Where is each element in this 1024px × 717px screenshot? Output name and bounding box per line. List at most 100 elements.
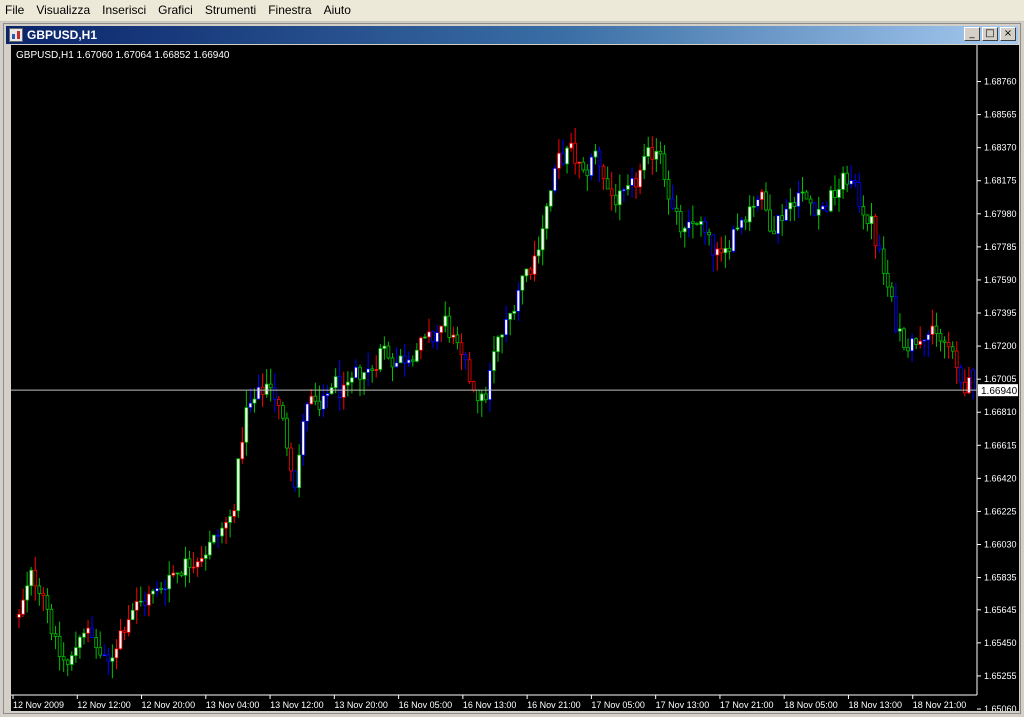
menu-visualizza[interactable]: Visualizza bbox=[30, 0, 96, 21]
time-tick-label: 16 Nov 13:00 bbox=[463, 700, 517, 710]
candle-body bbox=[57, 636, 62, 658]
candle-body bbox=[232, 510, 236, 517]
candle-body bbox=[260, 386, 265, 395]
price-tick-label: 1.67200 bbox=[984, 341, 1017, 351]
candle-body bbox=[593, 150, 598, 158]
candle-body bbox=[504, 319, 508, 336]
candle-body bbox=[735, 227, 740, 230]
chart-icon bbox=[9, 28, 23, 42]
candle-body bbox=[703, 221, 707, 233]
menu-strumenti[interactable]: Strumenti bbox=[199, 0, 262, 21]
minimize-button[interactable]: _ bbox=[964, 27, 980, 41]
candle-body bbox=[642, 156, 646, 171]
candle-body bbox=[613, 194, 618, 206]
candle-body bbox=[553, 167, 557, 192]
candle-body bbox=[784, 208, 789, 221]
candle-body bbox=[869, 215, 874, 225]
menu-aiuto[interactable]: Aiuto bbox=[318, 0, 357, 21]
candle-body bbox=[134, 601, 139, 611]
chart-area[interactable]: 1.68760 1.68565 1.68370 1.68175 1.67980 1.677… bbox=[11, 45, 1019, 711]
time-tick-label: 18 Nov 05:00 bbox=[784, 700, 838, 710]
candle-body bbox=[849, 180, 854, 185]
candle-body bbox=[845, 172, 849, 185]
time-tick-label: 12 Nov 2009 bbox=[13, 700, 64, 710]
candle-body bbox=[516, 289, 521, 312]
candle-body bbox=[199, 557, 204, 563]
menu-finestra[interactable]: Finestra bbox=[262, 0, 317, 21]
candle-body bbox=[902, 328, 906, 348]
candle-body bbox=[747, 206, 752, 223]
price-tick-label: 1.65835 bbox=[984, 573, 1017, 583]
time-tick-label: 18 Nov 21:00 bbox=[913, 700, 967, 710]
candle-body bbox=[386, 345, 391, 359]
window-titlebar[interactable]: GBPUSD,H1 _ □ × bbox=[6, 26, 1018, 44]
candle-body bbox=[670, 198, 675, 209]
candle-body bbox=[715, 248, 720, 256]
candle-body bbox=[646, 147, 651, 157]
candle-body bbox=[808, 198, 813, 204]
candle-body bbox=[94, 637, 98, 648]
candle-body bbox=[589, 156, 594, 177]
candle-body bbox=[638, 169, 642, 188]
candle-body bbox=[25, 585, 29, 601]
candle-body bbox=[889, 286, 894, 298]
candle-body bbox=[772, 230, 776, 235]
candle-body bbox=[410, 359, 415, 362]
candlestick-chart[interactable]: 1.68760 1.68565 1.68370 1.68175 1.67980 1.677… bbox=[11, 45, 1019, 711]
candle-body bbox=[686, 221, 691, 229]
candle-body bbox=[776, 215, 780, 235]
candle-body bbox=[841, 172, 845, 190]
maximize-button[interactable]: □ bbox=[982, 27, 998, 41]
price-tick-label: 1.68760 bbox=[984, 77, 1017, 87]
time-tick-label: 12 Nov 12:00 bbox=[77, 700, 131, 710]
candle-body bbox=[946, 342, 951, 348]
price-tick-label: 1.68370 bbox=[984, 143, 1017, 153]
candle-body bbox=[707, 231, 711, 236]
price-tick-label: 1.68565 bbox=[984, 110, 1017, 120]
close-button[interactable]: × bbox=[1000, 27, 1016, 41]
candle-body bbox=[691, 221, 695, 224]
candle-body bbox=[321, 395, 326, 410]
candle-body bbox=[455, 334, 460, 344]
window-controls: _ □ × bbox=[964, 27, 1016, 41]
candle-body bbox=[881, 248, 886, 274]
candle-body bbox=[544, 205, 549, 230]
candle-body bbox=[877, 245, 882, 250]
candle-body bbox=[191, 566, 196, 569]
candle-body bbox=[727, 247, 732, 252]
candle-body bbox=[573, 142, 577, 164]
candle-body bbox=[272, 387, 277, 400]
candle-body bbox=[163, 588, 167, 591]
price-tick-label: 1.65645 bbox=[984, 605, 1017, 615]
candle-body bbox=[147, 593, 151, 606]
candle-body bbox=[820, 205, 825, 210]
candle-body bbox=[394, 362, 399, 368]
candles-layer bbox=[17, 127, 975, 679]
candle-body bbox=[264, 383, 269, 395]
price-axis: 1.68760 1.68565 1.68370 1.68175 1.67980 1.677… bbox=[976, 45, 1017, 711]
candle-body bbox=[743, 219, 748, 223]
candle-body bbox=[609, 188, 614, 196]
candle-body bbox=[374, 369, 379, 371]
candle-body bbox=[346, 381, 350, 386]
candle-body bbox=[662, 153, 667, 180]
candle-body bbox=[650, 147, 655, 160]
candle-body bbox=[963, 381, 967, 394]
candle-body bbox=[130, 609, 135, 621]
menu-inserisci[interactable]: Inserisci bbox=[96, 0, 152, 21]
candle-body bbox=[297, 454, 301, 489]
candle-body bbox=[488, 370, 492, 401]
candle-body bbox=[402, 355, 407, 364]
candle-body bbox=[885, 273, 890, 288]
menu-grafici[interactable]: Grafici bbox=[152, 0, 199, 21]
candle-body bbox=[597, 150, 602, 167]
candle-body bbox=[82, 632, 86, 638]
candle-body bbox=[500, 334, 504, 338]
candle-body bbox=[358, 366, 362, 380]
candle-body bbox=[423, 336, 427, 339]
candle-body bbox=[175, 572, 180, 575]
candle-body bbox=[512, 310, 517, 314]
candle-body bbox=[337, 376, 342, 398]
menu-file[interactable]: File bbox=[0, 0, 30, 21]
candle-body bbox=[451, 334, 456, 338]
